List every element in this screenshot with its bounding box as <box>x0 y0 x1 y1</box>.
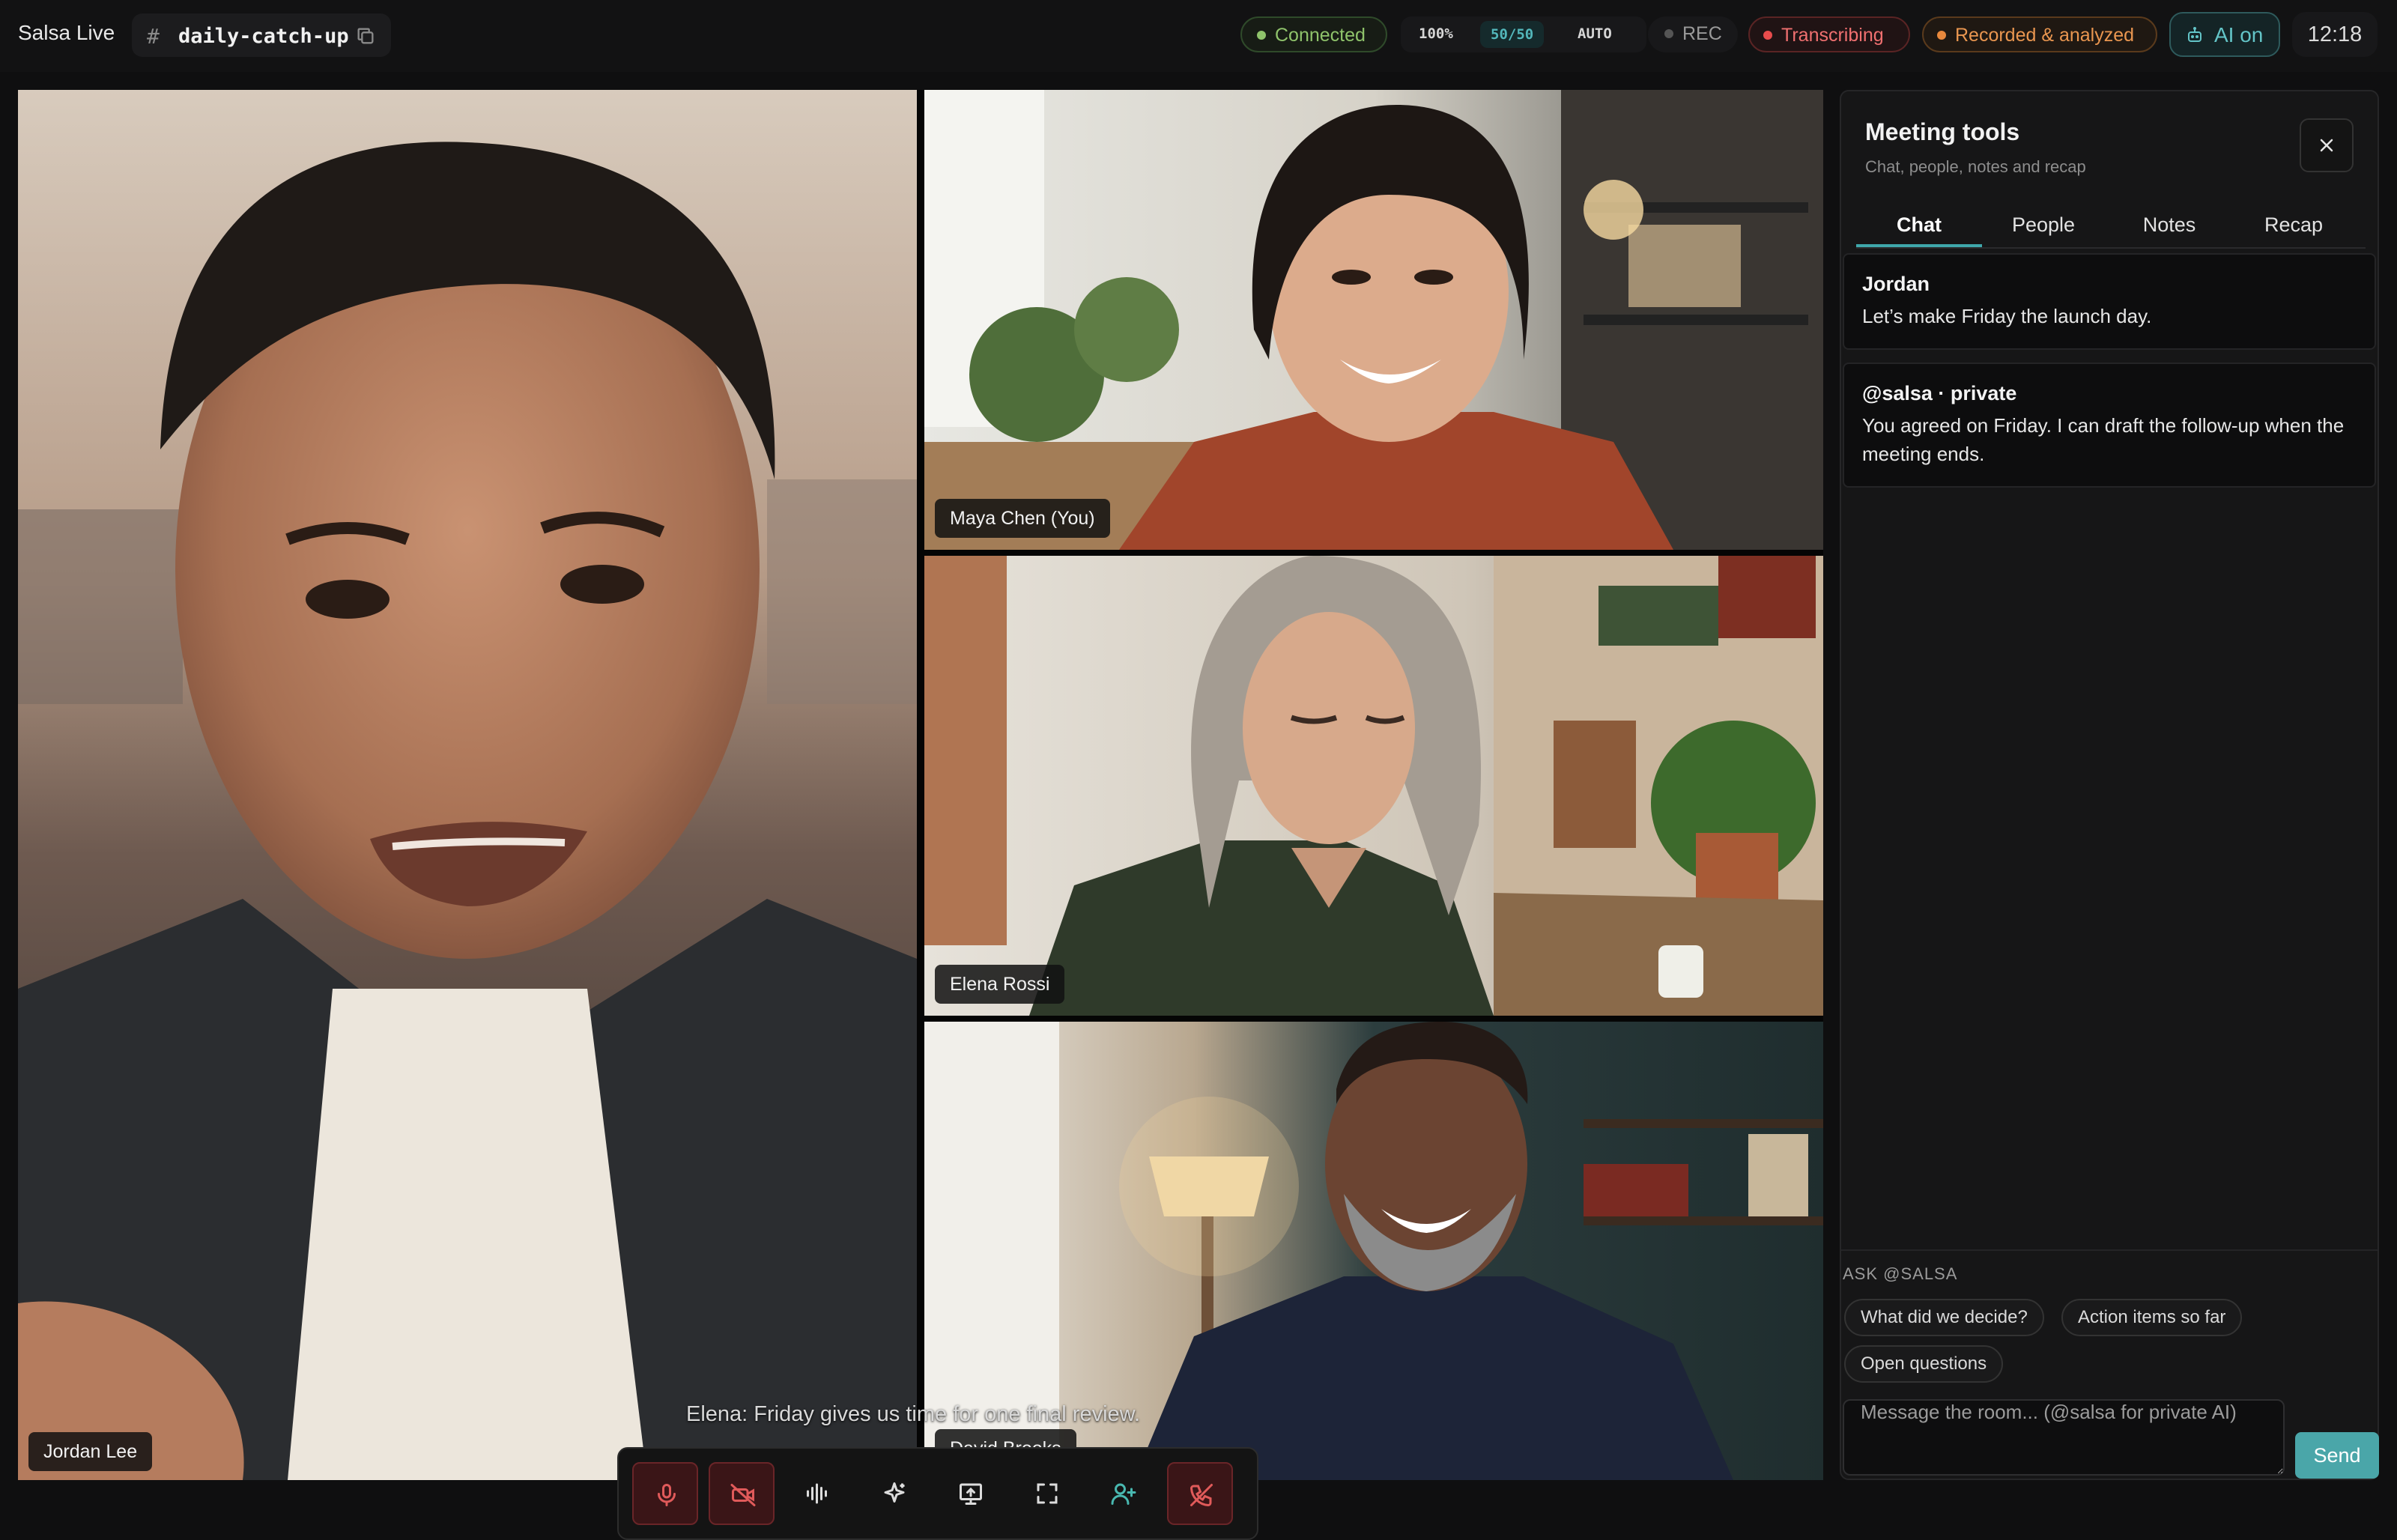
message-text: You agreed on Friday. I can draft the fo… <box>1862 414 2345 465</box>
tab-chat[interactable]: Chat <box>1856 202 1982 247</box>
screen-share-button[interactable] <box>938 1462 1004 1525</box>
suggestion-chip[interactable]: Action items so far <box>2061 1299 2243 1336</box>
chat-message-private: @salsa · private You agreed on Friday. I… <box>1843 363 2376 488</box>
tab-recap[interactable]: Recap <box>2231 202 2357 247</box>
suggestion-chip[interactable]: What did we decide? <box>1844 1299 2044 1336</box>
send-button[interactable]: Send <box>2295 1432 2379 1479</box>
video-tile-maya[interactable]: Maya Chen (You) <box>924 90 1823 550</box>
connection-status: Connected <box>1240 16 1387 52</box>
stream-stats[interactable]: 100% 50/50 AUTO <box>1401 16 1646 52</box>
hash-icon: # <box>147 24 160 49</box>
app-name: Salsa Live <box>18 21 115 44</box>
transcribing-status[interactable]: Transcribing <box>1748 16 1910 52</box>
panel-tabs: Chat People Notes Recap <box>1856 202 2366 249</box>
top-bar: Salsa Live # daily-catch-up Connected 10… <box>0 0 2397 72</box>
call-controls <box>617 1447 1258 1540</box>
audio-button[interactable] <box>785 1462 851 1525</box>
video-stage: Jordan Lee Maya Chen (You) Elena Rossi E… <box>18 90 1823 1540</box>
quality-value: 100% <box>1419 25 1453 42</box>
leave-call-button[interactable] <box>1167 1462 1233 1525</box>
hang-up-icon <box>1190 1484 1213 1507</box>
connected-dot-icon <box>1257 30 1266 40</box>
fullscreen-button[interactable] <box>1014 1462 1080 1525</box>
tab-people[interactable]: People <box>1981 202 2106 247</box>
add-person-icon <box>1111 1483 1136 1505</box>
video-tile-jordan[interactable]: Jordan Lee <box>18 90 917 1480</box>
suggestion-chip[interactable]: Open questions <box>1844 1345 2004 1383</box>
message-author: Jordan <box>1862 273 1930 295</box>
participant-video <box>924 556 1823 1016</box>
ask-salsa-label: ASK @SALSA <box>1843 1264 1958 1283</box>
room-pill[interactable]: # daily-catch-up <box>132 13 391 57</box>
microphone-icon <box>658 1484 676 1506</box>
copy-icon[interactable] <box>355 25 376 46</box>
meeting-tools-panel: Meeting tools Chat, people, notes and re… <box>1840 90 2379 1480</box>
invite-button[interactable] <box>1091 1462 1157 1525</box>
participant-name-tag: Maya Chen (You) <box>935 499 1110 538</box>
mic-toggle-button[interactable] <box>632 1462 698 1525</box>
sparkle-icon <box>884 1482 905 1503</box>
rec-dot-icon <box>1664 28 1673 38</box>
recorded-dot-icon <box>1937 30 1946 40</box>
ai-assist-button[interactable] <box>861 1462 927 1525</box>
panel-subtitle: Chat, people, notes and recap <box>1865 157 2086 176</box>
participant-video <box>924 90 1823 550</box>
message-author: @salsa · private <box>1862 382 2017 404</box>
recorded-status[interactable]: Recorded & analyzed <box>1922 16 2157 52</box>
camera-off-icon <box>730 1484 756 1506</box>
robot-icon <box>2188 27 2201 42</box>
room-name: daily-catch-up <box>178 25 349 48</box>
participant-video <box>18 90 917 1480</box>
panel-title: Meeting tools <box>1865 118 2020 145</box>
message-input[interactable] <box>1843 1399 2285 1476</box>
tab-notes[interactable]: Notes <box>2106 202 2232 247</box>
close-icon <box>2320 139 2333 152</box>
divider <box>1841 1249 2378 1251</box>
participant-name-tag: Elena Rossi <box>935 965 1065 1004</box>
rec-status[interactable]: REC <box>1648 16 1738 52</box>
waveform-icon <box>807 1483 827 1504</box>
meeting-clock: 12:18 <box>2292 12 2378 57</box>
video-tile-elena[interactable]: Elena Rossi <box>924 556 1823 1016</box>
close-panel-button[interactable] <box>2300 118 2354 172</box>
camera-toggle-button[interactable] <box>709 1462 775 1525</box>
transcribing-dot-icon <box>1763 30 1772 40</box>
screen-share-icon <box>960 1483 982 1505</box>
fullscreen-icon <box>1037 1483 1058 1504</box>
ai-toggle-button[interactable]: AI on <box>2169 12 2280 57</box>
split-value: 50/50 <box>1480 21 1545 48</box>
message-text: Let’s make Friday the launch day. <box>1862 305 2152 327</box>
participant-name-tag: Jordan Lee <box>28 1432 153 1471</box>
mode-value: AUTO <box>1578 25 1612 42</box>
chat-message: Jordan Let’s make Friday the launch day. <box>1843 253 2376 350</box>
live-caption: Elena: Friday gives us time for one fina… <box>686 1402 1141 1426</box>
